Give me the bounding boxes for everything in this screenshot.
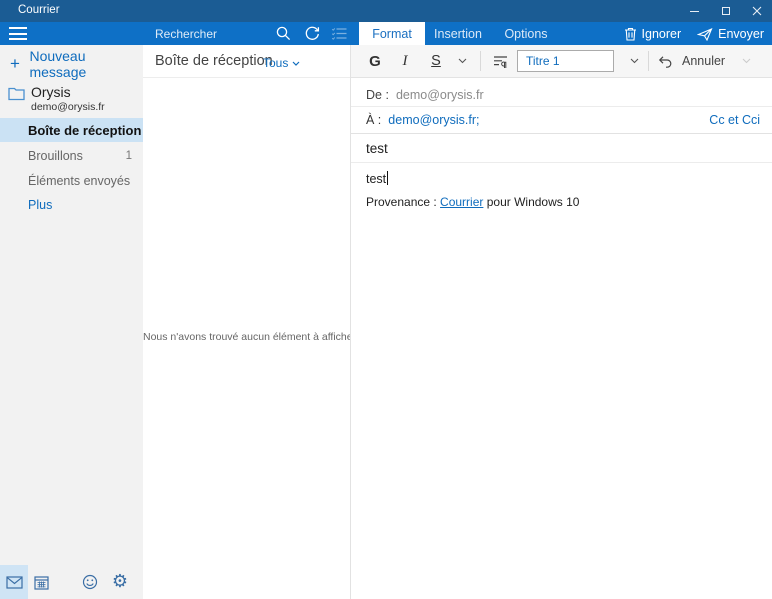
trash-icon — [624, 27, 637, 41]
paragraph-format-button[interactable] — [487, 45, 513, 77]
folder-label: Plus — [28, 198, 52, 212]
app-title: Courrier — [18, 4, 60, 16]
account-email: demo@orysis.fr — [31, 101, 105, 113]
list-pane-header: Boîte de réception Tous — [143, 45, 350, 78]
sidebar-item-sent[interactable]: Éléments envoyés — [0, 169, 143, 193]
to-label: À : — [366, 113, 381, 127]
tab-options[interactable]: Options — [500, 22, 552, 45]
filter-dropdown[interactable]: Tous — [263, 56, 300, 70]
maximize-button[interactable] — [710, 0, 741, 22]
underline-button[interactable]: S — [423, 45, 449, 77]
command-bar: Format Insertion Options Ignorer Envoyer — [0, 22, 772, 45]
new-message-button[interactable]: + Nouveau message — [0, 52, 143, 76]
close-button[interactable] — [741, 0, 772, 22]
mail-icon — [6, 576, 23, 589]
nav-calendar-button[interactable] — [27, 565, 55, 599]
smiley-icon — [82, 574, 98, 590]
subject-field[interactable]: test — [351, 134, 772, 163]
body-text: test — [366, 172, 386, 186]
mail-app-window: Courrier Format Insertion — [0, 0, 772, 599]
send-label: Envoyer — [718, 27, 764, 41]
folder-label: Boîte de réception — [28, 123, 141, 138]
signature-line: Provenance : Courrier pour Windows 10 — [366, 195, 579, 209]
folder-label: Éléments envoyés — [28, 174, 130, 188]
sidebar-item-drafts[interactable]: Brouillons 1 — [0, 144, 143, 168]
subject-value: test — [366, 141, 388, 156]
send-button[interactable]: Envoyer — [697, 27, 764, 41]
titlebar: Courrier — [0, 0, 772, 22]
toolbar-divider — [480, 51, 481, 71]
undo-icon — [657, 54, 674, 69]
minimize-button[interactable] — [679, 0, 710, 22]
minimize-icon — [690, 11, 699, 12]
ribbon-actions: Ignorer Envoyer — [624, 22, 764, 45]
hamburger-menu-button[interactable] — [9, 27, 27, 40]
to-field[interactable]: À : demo@orysis.fr; Cc et Cci — [351, 107, 772, 134]
sidebar-item-inbox[interactable]: Boîte de réception — [0, 118, 143, 142]
drafts-count-badge: 1 — [126, 150, 132, 162]
search-icon[interactable] — [275, 25, 292, 42]
tab-format[interactable]: Format — [359, 22, 425, 45]
sidebar: + Nouveau message Orysis demo@orysis.fr … — [0, 45, 143, 565]
italic-button[interactable]: I — [393, 45, 417, 77]
folder-label: Brouillons — [28, 149, 83, 163]
tab-insertion[interactable]: Insertion — [429, 22, 487, 45]
filter-label: Tous — [263, 56, 288, 70]
new-message-label: Nouveau message — [29, 48, 143, 80]
cc-bcc-link[interactable]: Cc et Cci — [709, 113, 760, 127]
search-input[interactable] — [143, 22, 268, 45]
style-selector[interactable]: Titre 1 — [517, 50, 614, 72]
from-label: De : — [366, 88, 389, 102]
discard-button[interactable]: Ignorer — [624, 27, 682, 41]
account-name: Orysis — [31, 84, 71, 100]
text-caret — [387, 171, 388, 185]
send-icon — [697, 27, 713, 41]
account-header[interactable]: Orysis demo@orysis.fr — [0, 83, 143, 119]
toolbar-divider — [648, 51, 649, 71]
to-value[interactable]: demo@orysis.fr; — [388, 113, 479, 127]
empty-list-message: Nous n'avons trouvé aucun élément à affi… — [143, 331, 350, 343]
nav-settings-button[interactable]: ⚙ — [106, 565, 134, 599]
undo-label: Annuler — [682, 54, 725, 68]
chevron-down-icon — [292, 61, 300, 66]
plus-icon: + — [10, 54, 29, 74]
undo-button[interactable]: Annuler — [657, 45, 725, 77]
bold-button[interactable]: G — [361, 45, 389, 77]
selection-mode-icon[interactable] — [331, 25, 348, 42]
undo-options-chevron[interactable] — [735, 45, 757, 77]
message-body[interactable]: test — [366, 171, 388, 186]
folder-icon — [8, 87, 25, 101]
font-options-chevron[interactable] — [451, 45, 473, 77]
calendar-icon — [34, 575, 49, 590]
chevron-down-icon — [630, 58, 639, 64]
style-chevron[interactable] — [623, 45, 645, 77]
gear-icon: ⚙ — [112, 573, 128, 591]
format-toolbar: G I S Titre 1 — [351, 45, 772, 78]
sidebar-item-more[interactable]: Plus — [0, 193, 143, 217]
maximize-icon — [722, 7, 730, 15]
paragraph-format-icon — [492, 54, 509, 69]
sync-icon[interactable] — [304, 25, 321, 42]
signature-prefix: Provenance : — [366, 195, 440, 209]
nav-feedback-button[interactable] — [76, 565, 104, 599]
signature-suffix: pour Windows 10 — [483, 195, 579, 209]
message-list-pane: Boîte de réception Tous Nous n'avons tro… — [143, 45, 350, 599]
discard-label: Ignorer — [642, 27, 682, 41]
window-controls — [679, 0, 772, 22]
from-value: demo@orysis.fr — [396, 88, 484, 102]
from-field[interactable]: De : demo@orysis.fr — [351, 84, 772, 107]
bottom-nav: ⚙ — [0, 565, 143, 599]
signature-link[interactable]: Courrier — [440, 195, 483, 209]
chevron-down-icon — [458, 58, 467, 64]
compose-pane: G I S Titre 1 — [350, 45, 772, 599]
nav-mail-button[interactable] — [0, 565, 28, 599]
close-icon — [752, 6, 762, 16]
chevron-down-icon — [742, 58, 751, 64]
list-pane-title: Boîte de réception — [155, 53, 273, 69]
